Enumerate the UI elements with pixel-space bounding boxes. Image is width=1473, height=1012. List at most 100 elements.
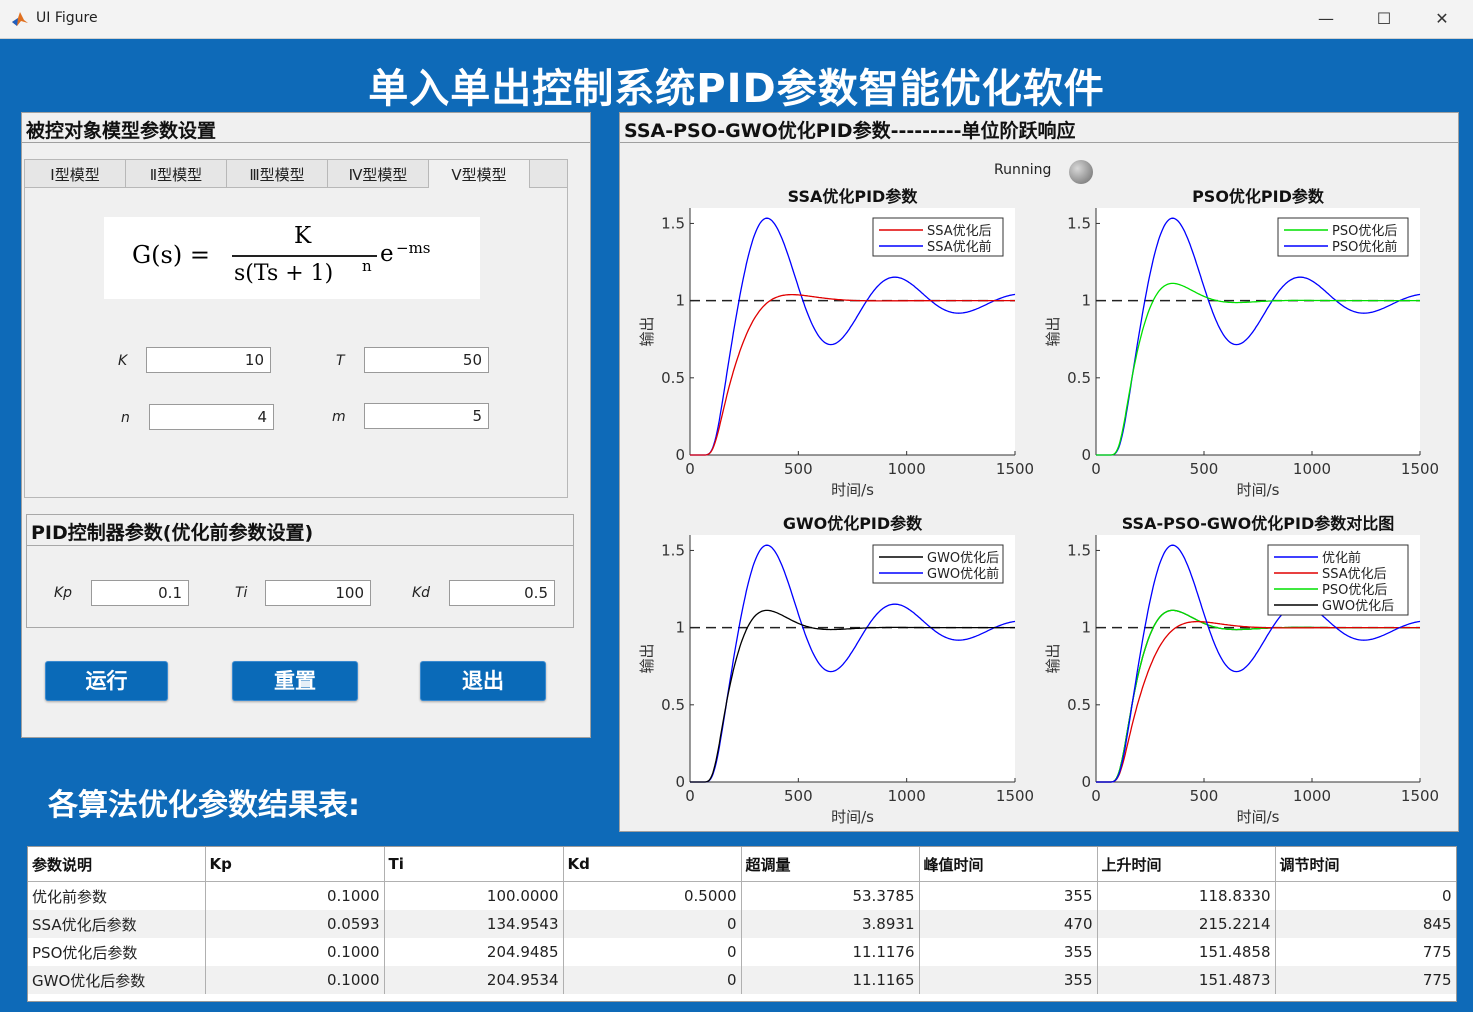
y-tick-label: 1.5 [661, 214, 685, 232]
table-row[interactable]: SSA优化后参数 0.0593 134.9543 0 3.8931 470 21… [28, 910, 1456, 938]
header-cell[interactable]: Kp [205, 847, 385, 882]
table-cell: 355 [919, 938, 1098, 966]
table-cell: 470 [919, 910, 1098, 938]
y-tick-label: 1 [675, 292, 685, 310]
table-cell: 11.1176 [741, 938, 920, 966]
table-cell: 100.0000 [384, 881, 564, 910]
table-cell: 775 [1275, 966, 1456, 994]
table-cell: 215.2214 [1097, 910, 1276, 938]
table-cell: 204.9485 [384, 938, 564, 966]
chart-3: 0 500 1000 1500 0 0.5 1 1.5 GWO优化PID参数时间/s 输出 GWO优… [638, 514, 1034, 826]
table-cell: 0.1000 [205, 881, 385, 910]
y-tick-label: 1.5 [661, 541, 685, 559]
table-header-row: 参数说明 Kp Ti Kd 超调量 峰值时间 上升时间 调节时间 [28, 847, 1456, 882]
table-cell: 0 [563, 966, 742, 994]
table-cell: 3.8931 [741, 910, 920, 938]
y-axis-label: 输出 [638, 316, 656, 346]
table-cell: 0 [563, 910, 742, 938]
x-tick-label: 1500 [1401, 787, 1439, 805]
header-cell[interactable]: 调节时间 [1275, 847, 1456, 882]
y-tick-label: 0 [675, 446, 685, 464]
x-tick-label: 500 [1190, 787, 1219, 805]
table-row[interactable]: PSO优化后参数 0.1000 204.9485 0 11.1176 355 1… [28, 938, 1456, 966]
x-tick-label: 0 [1091, 460, 1101, 478]
x-tick-label: 0 [685, 787, 695, 805]
table-cell: 0.5000 [563, 881, 742, 910]
table-cell: 11.1165 [741, 966, 920, 994]
legend-label: PSO优化后 [1332, 224, 1397, 239]
table-cell: 151.4873 [1097, 966, 1276, 994]
y-axis-label: 输出 [1044, 316, 1062, 346]
x-axis-label: 时间/s [831, 808, 874, 826]
y-tick-label: 1 [1081, 292, 1091, 310]
x-tick-label: 1500 [1401, 460, 1439, 478]
x-axis-label: 时间/s [831, 481, 874, 499]
table-row[interactable]: 优化前参数 0.1000 100.0000 0.5000 53.3785 355… [28, 881, 1456, 910]
header-cell[interactable]: Ti [384, 847, 564, 882]
table-cell: 118.8330 [1097, 881, 1276, 910]
y-tick-label: 0 [1081, 773, 1091, 791]
y-tick-label: 0.5 [661, 696, 685, 714]
legend-label: 优化前 [1322, 550, 1361, 566]
legend-label: PSO优化前 [1332, 239, 1397, 255]
y-tick-label: 1.5 [1067, 541, 1091, 559]
x-tick-label: 1500 [996, 460, 1034, 478]
table-cell: 0.0593 [205, 910, 385, 938]
table-cell: 775 [1275, 938, 1456, 966]
chart-1: 0 500 1000 1500 0 0.5 1 1.5 SSA优化PID参数时间/s 输出 SSA优… [638, 187, 1034, 499]
y-tick-label: 0 [1081, 446, 1091, 464]
x-tick-label: 500 [784, 460, 813, 478]
table-cell: SSA优化后参数 [28, 910, 206, 938]
table-row[interactable]: GWO优化后参数 0.1000 204.9534 0 11.1165 355 1… [28, 966, 1456, 994]
header-cell[interactable]: 上升时间 [1097, 847, 1276, 882]
legend-label: SSA优化前 [927, 239, 992, 255]
table-cell: PSO优化后参数 [28, 938, 206, 966]
y-tick-label: 1 [675, 619, 685, 637]
legend-label: PSO优化后 [1322, 583, 1387, 598]
table-cell: 0.1000 [205, 938, 385, 966]
legend-label: GWO优化前 [927, 566, 999, 582]
table-cell: 845 [1275, 910, 1456, 938]
y-tick-label: 0.5 [1067, 369, 1091, 387]
chart-4: 0 500 1000 1500 0 0.5 1 1.5 SSA-PSO-GWO优化PID参数对比… [1044, 514, 1439, 826]
table-cell: GWO优化后参数 [28, 966, 206, 994]
y-axis-label: 输出 [638, 643, 656, 673]
legend-label: SSA优化后 [927, 224, 992, 239]
y-axis-label: 输出 [1044, 643, 1062, 673]
x-tick-label: 0 [685, 460, 695, 478]
legend-label: SSA优化后 [1322, 567, 1387, 582]
y-tick-label: 0 [675, 773, 685, 791]
x-axis-label: 时间/s [1237, 481, 1280, 499]
x-tick-label: 500 [1190, 460, 1219, 478]
results-table: 参数说明 Kp Ti Kd 超调量 峰值时间 上升时间 调节时间 优化前参数 0… [27, 846, 1457, 1002]
header-cell[interactable]: 参数说明 [28, 847, 206, 882]
legend-label: GWO优化后 [1322, 599, 1394, 614]
header-cell[interactable]: 超调量 [741, 847, 920, 882]
table-cell: 0 [1275, 881, 1456, 910]
x-tick-label: 1500 [996, 787, 1034, 805]
table-cell: 53.3785 [741, 881, 920, 910]
y-tick-label: 1.5 [1067, 214, 1091, 232]
chart-title: SSA-PSO-GWO优化PID参数对比图 [1122, 514, 1395, 533]
y-tick-label: 0.5 [661, 369, 685, 387]
table-cell: 204.9534 [384, 966, 564, 994]
x-axis-label: 时间/s [1237, 808, 1280, 826]
table-cell: 355 [919, 966, 1098, 994]
y-tick-label: 1 [1081, 619, 1091, 637]
y-tick-label: 0.5 [1067, 696, 1091, 714]
x-tick-label: 1000 [888, 787, 926, 805]
table-cell: 0 [563, 938, 742, 966]
table-cell: 0.1000 [205, 966, 385, 994]
x-tick-label: 1000 [1293, 460, 1331, 478]
legend-label: GWO优化后 [927, 551, 999, 566]
x-tick-label: 500 [784, 787, 813, 805]
header-cell[interactable]: Kd [563, 847, 742, 882]
chart-title: PSO优化PID参数 [1192, 187, 1325, 206]
chart-title: SSA优化PID参数 [788, 187, 919, 206]
table-cell: 355 [919, 881, 1098, 910]
table-cell: 134.9543 [384, 910, 564, 938]
table-cell: 优化前参数 [28, 881, 206, 910]
table-cell: 151.4858 [1097, 938, 1276, 966]
x-tick-label: 1000 [888, 460, 926, 478]
header-cell[interactable]: 峰值时间 [919, 847, 1098, 882]
